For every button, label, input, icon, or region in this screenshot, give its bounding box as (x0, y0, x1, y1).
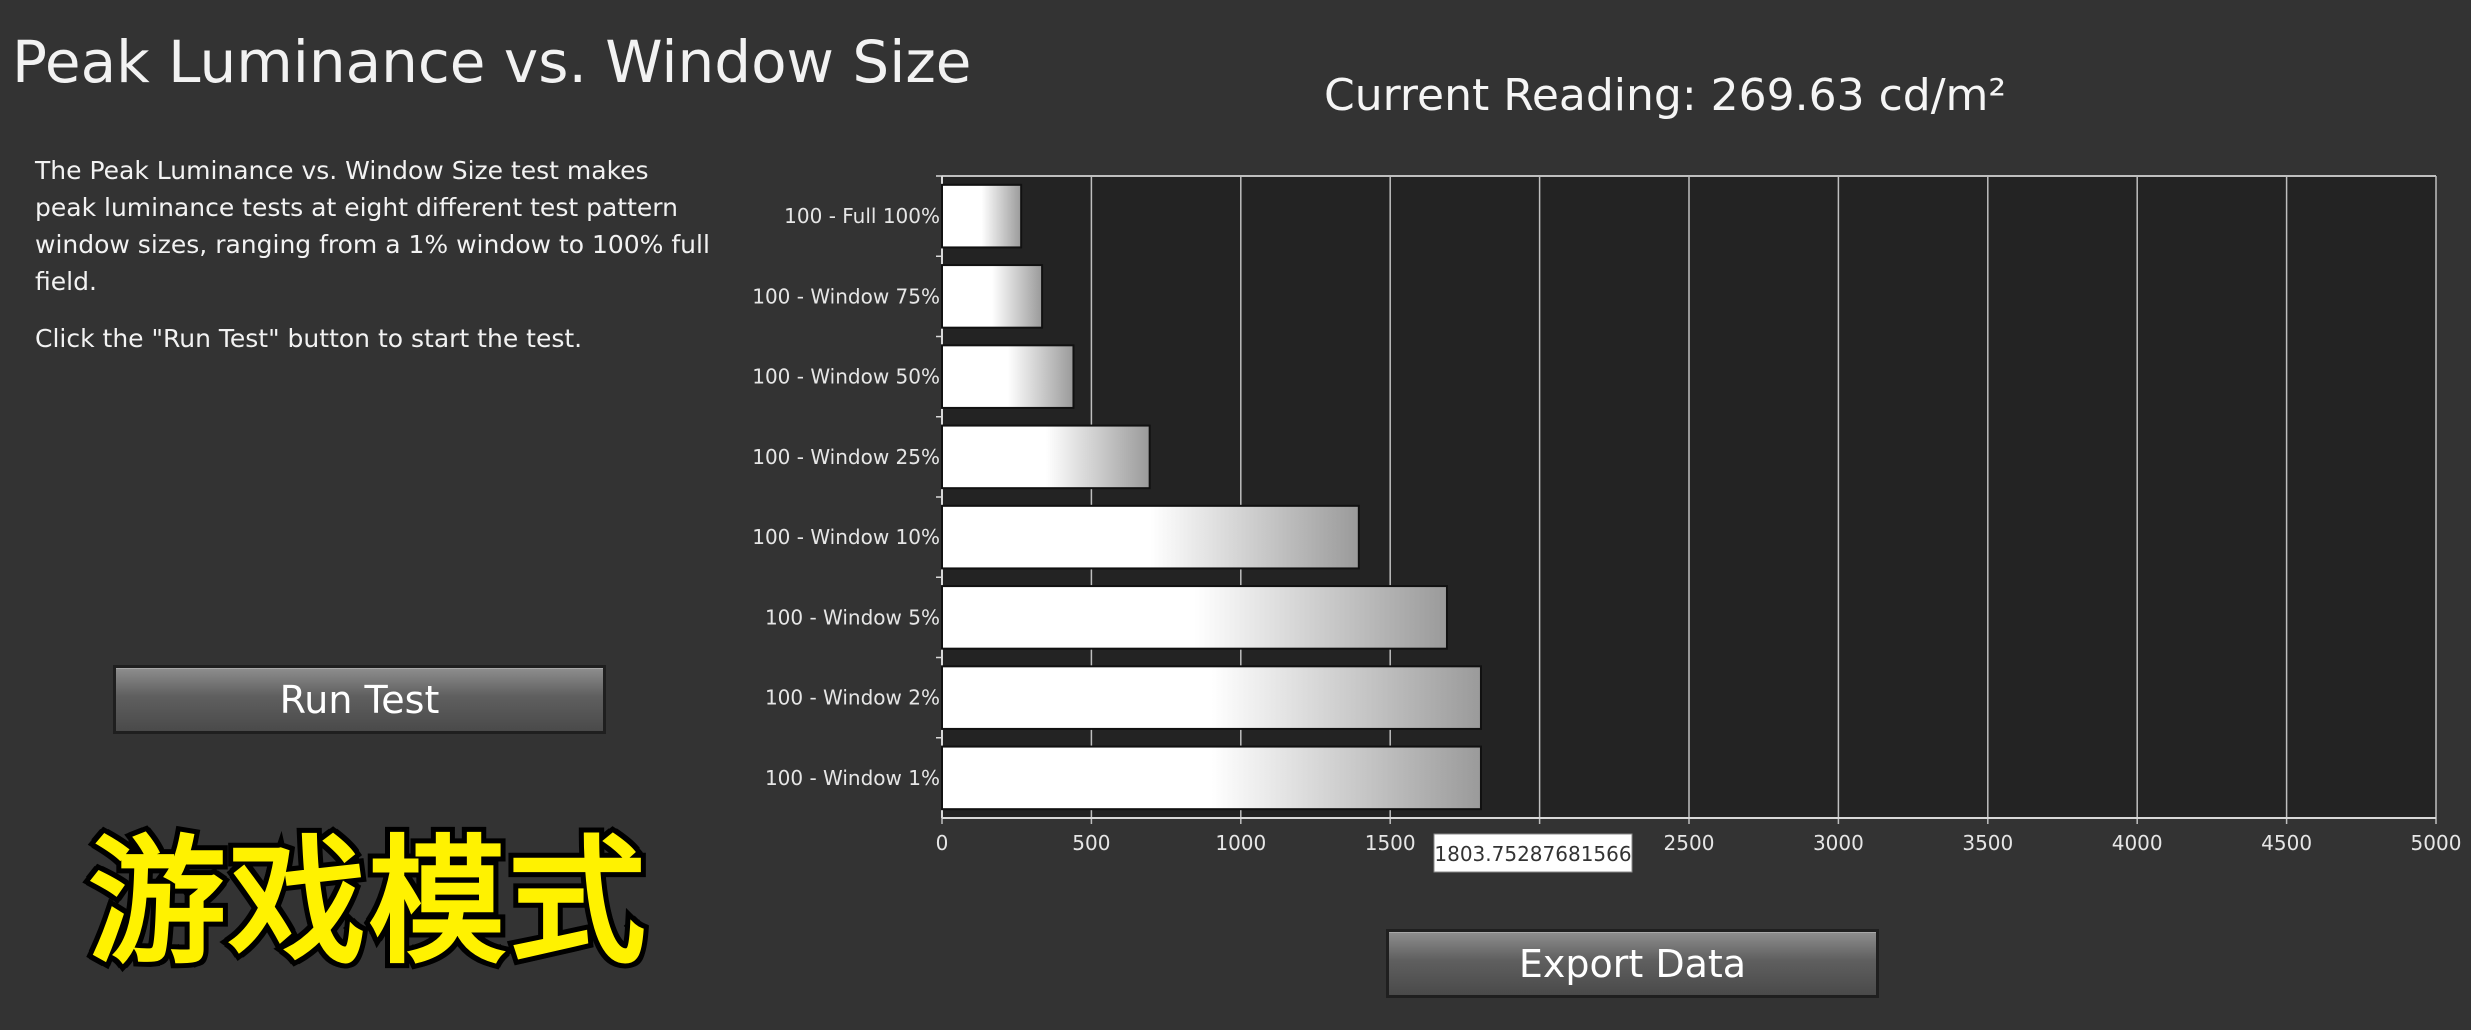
export-data-button[interactable]: Export Data (1386, 929, 1879, 998)
x-tick-label: 3500 (1962, 831, 2013, 855)
bar (941, 344, 1075, 409)
run-test-button[interactable]: Run Test (113, 665, 606, 734)
category-label: 100 - Window 75% (752, 284, 940, 308)
bar (941, 183, 1023, 249)
x-tick-label: 500 (1072, 831, 1110, 855)
x-tick-label: 0 (936, 831, 949, 855)
x-tick-label: 4500 (2261, 831, 2312, 855)
bar (941, 424, 1151, 490)
x-tick-label: 2500 (1664, 831, 1715, 855)
x-tick-label: 1000 (1215, 831, 1266, 855)
category-label: 100 - Window 10% (752, 525, 940, 549)
bar (941, 264, 1044, 329)
category-label: 100 - Window 1% (765, 766, 940, 790)
category-label: 100 - Window 25% (752, 445, 940, 469)
bar (941, 665, 1482, 730)
x-tick-label: 1500 (1365, 831, 1416, 855)
bar (941, 504, 1360, 570)
category-label: 100 - Full 100% (784, 204, 940, 228)
category-label: 100 - Window 5% (765, 605, 940, 629)
bar (941, 745, 1482, 811)
x-tick-label: 4000 (2112, 831, 2163, 855)
category-label: 100 - Window 50% (752, 365, 940, 389)
x-tick-label: 3000 (1813, 831, 1864, 855)
watermark-text: 游戏模式 (83, 817, 651, 988)
bar (941, 585, 1448, 650)
category-label: 100 - Window 2% (765, 686, 940, 710)
x-tick-label: 5000 (2411, 831, 2462, 855)
tooltip-value: 1803.75287681566 (1434, 842, 1631, 866)
